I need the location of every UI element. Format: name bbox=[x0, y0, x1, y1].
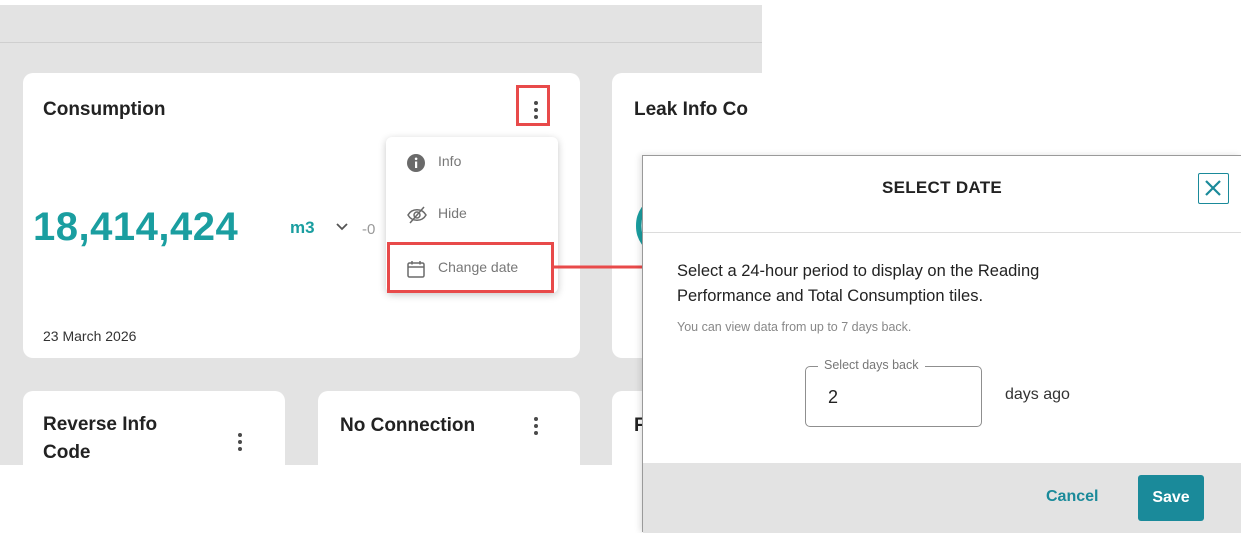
dialog-footer: Cancel Save bbox=[643, 463, 1241, 533]
days-ago-suffix: days ago bbox=[1005, 386, 1070, 403]
dialog-divider bbox=[643, 232, 1241, 233]
menu-item-hide-label: Hide bbox=[438, 205, 467, 221]
change-date-highlight-box bbox=[387, 242, 554, 293]
no-connection-title: No Connection bbox=[340, 415, 476, 436]
dialog-title: SELECT DATE bbox=[881, 178, 1003, 197]
close-button[interactable] bbox=[1198, 173, 1229, 204]
consumption-trend: -0 bbox=[362, 221, 376, 238]
dialog-description: Select a 24-hour period to display on th… bbox=[677, 262, 1040, 305]
cancel-button[interactable]: Cancel bbox=[1046, 488, 1098, 506]
leak-title: Leak Info Co bbox=[634, 99, 749, 120]
menu-item-hide[interactable]: Hide bbox=[386, 195, 558, 233]
days-back-field[interactable]: Select days back 2 bbox=[805, 358, 982, 427]
days-back-input[interactable]: 2 bbox=[828, 387, 838, 408]
dialog-hint: You can view data from up to 7 days back… bbox=[677, 320, 912, 334]
no-connection-tile: No Connection bbox=[318, 391, 580, 465]
consumption-title: Consumption bbox=[43, 99, 166, 120]
consumption-date: 23 March 2026 bbox=[43, 328, 137, 344]
days-back-label: Select days back bbox=[818, 358, 925, 372]
menu-item-info[interactable]: Info bbox=[386, 143, 558, 181]
select-date-dialog: SELECT DATE Select a 24-hour period to d… bbox=[642, 155, 1241, 533]
close-icon bbox=[1205, 180, 1221, 196]
no-connection-more-icon[interactable] bbox=[534, 417, 538, 438]
menu-item-info-label: Info bbox=[438, 153, 462, 169]
reverse-info-title: Reverse Info Code bbox=[43, 414, 158, 463]
header-divider bbox=[0, 42, 762, 43]
reverse-info-tile: Reverse Info Code bbox=[23, 391, 285, 465]
chevron-down-icon[interactable] bbox=[335, 222, 349, 232]
save-button[interactable]: Save bbox=[1138, 475, 1204, 521]
eye-off-icon bbox=[407, 206, 427, 224]
info-icon bbox=[407, 154, 425, 172]
consumption-unit[interactable]: m3 bbox=[290, 218, 315, 238]
consumption-value: 18,414,424 bbox=[33, 205, 239, 249]
kebab-highlight-box bbox=[516, 85, 550, 126]
reverse-info-more-icon[interactable] bbox=[238, 433, 242, 454]
